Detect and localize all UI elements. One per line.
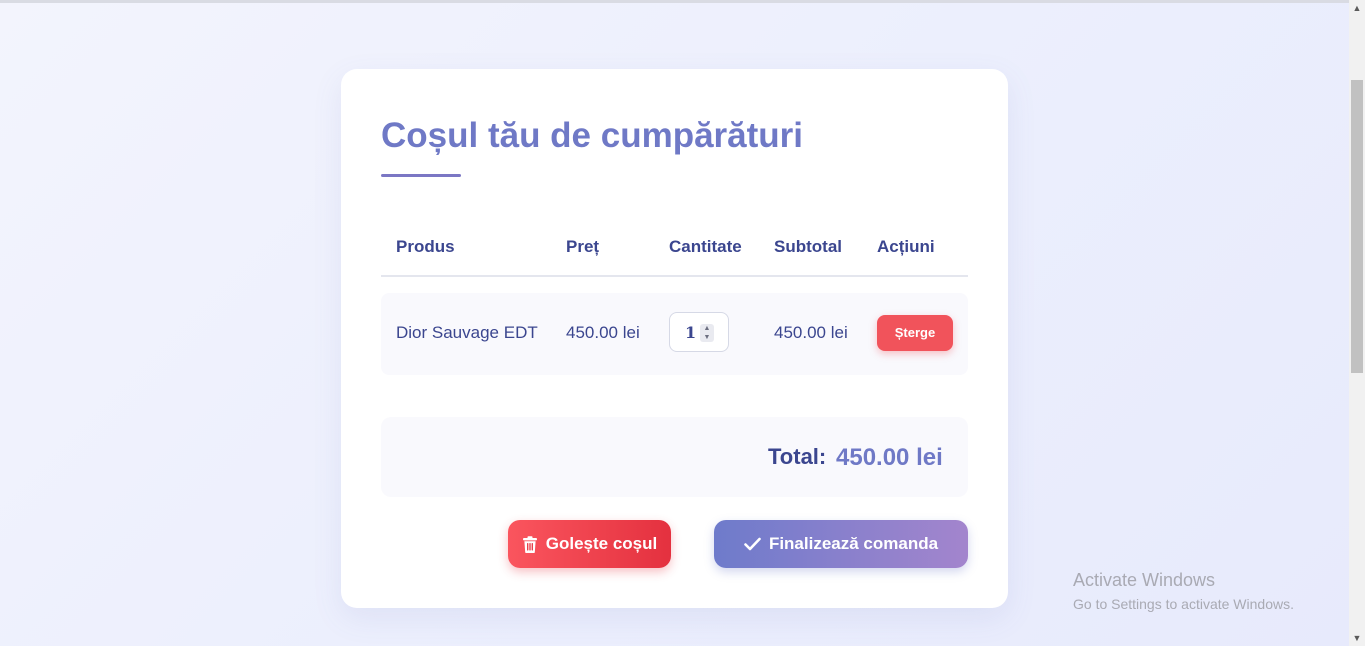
product-name: Dior Sauvage EDT <box>396 323 538 342</box>
clear-cart-label: Golește coșul <box>545 534 658 553</box>
trash-icon <box>522 535 538 553</box>
vertical-scrollbar[interactable]: ▲ ▼ <box>1349 0 1365 646</box>
scroll-down-arrow-icon[interactable]: ▼ <box>1349 630 1365 646</box>
stepper-down-icon[interactable]: ▼ <box>700 333 714 342</box>
checkout-label: Finalizează comanda <box>768 534 939 553</box>
column-header-quantity: Cantitate <box>669 237 742 256</box>
product-price: 450.00 lei <box>566 323 640 342</box>
column-header-actions: Acțiuni <box>877 237 935 256</box>
quantity-value: 1 <box>685 323 697 342</box>
windows-activation-watermark: Activate Windows Go to Settings to activ… <box>1073 570 1294 612</box>
watermark-title: Activate Windows <box>1073 570 1216 590</box>
product-subtotal: 450.00 lei <box>774 323 848 342</box>
total-label: Total: <box>768 444 827 469</box>
stepper-up-icon[interactable]: ▲ <box>700 324 714 333</box>
table-row: Dior Sauvage EDT 450.00 lei 1 ▲ ▼ 450.00… <box>381 293 968 375</box>
column-header-product: Produs <box>396 237 455 256</box>
scrollbar-thumb[interactable] <box>1351 80 1363 373</box>
page-title: Coșul tău de cumpărături <box>381 116 804 155</box>
title-underline <box>381 174 461 177</box>
quantity-stepper[interactable]: ▲ ▼ <box>700 324 714 342</box>
checkout-button[interactable]: Finalizează comanda <box>714 520 968 568</box>
total-value: 450.00 lei <box>836 444 943 471</box>
column-header-subtotal: Subtotal <box>774 237 842 256</box>
quantity-input[interactable]: 1 ▲ ▼ <box>669 312 729 352</box>
cart-card: Coșul tău de cumpărături Produs Preț Can… <box>341 69 1008 608</box>
watermark-subtitle: Go to Settings to activate Windows. <box>1073 596 1294 612</box>
clear-cart-button[interactable]: Golește coșul <box>508 520 671 568</box>
top-border <box>0 0 1349 3</box>
table-header: Produs Preț Cantitate Subtotal Acțiuni <box>381 225 968 277</box>
column-header-price: Preț <box>566 237 600 256</box>
total-box: Total: 450.00 lei <box>381 417 968 497</box>
scroll-up-arrow-icon[interactable]: ▲ <box>1349 0 1365 16</box>
delete-item-button[interactable]: Șterge <box>877 315 953 351</box>
check-icon <box>744 537 761 551</box>
